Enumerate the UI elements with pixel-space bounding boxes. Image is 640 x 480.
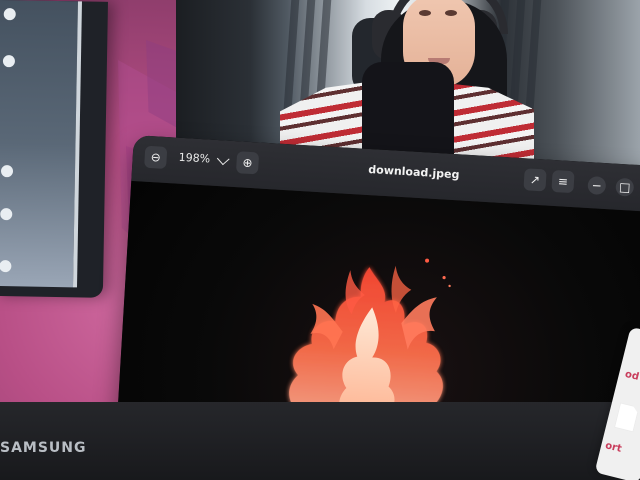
zoom-out-button[interactable]: ⊖ — [144, 145, 168, 169]
left-window — [0, 0, 108, 298]
fullscreen-button[interactable]: ↗ — [523, 168, 547, 192]
zoom-in-icon: ⊕ — [242, 155, 253, 171]
window-title: download.jpeg — [367, 162, 460, 182]
document-icon — [614, 402, 640, 432]
window-dot — [0, 260, 12, 273]
zoom-in-button[interactable]: ⊕ — [235, 151, 260, 175]
monitor-bezel — [0, 402, 640, 480]
left-window-panel — [0, 0, 82, 288]
menu-button[interactable]: ≡ — [551, 169, 575, 194]
menu-icon: ≡ — [557, 174, 569, 189]
window-dot — [2, 55, 16, 68]
spark — [425, 258, 430, 263]
maximize-button[interactable]: □ — [615, 177, 635, 197]
right-peek-bottom-text: ort — [603, 440, 623, 455]
minimize-icon: − — [591, 178, 603, 193]
desktop-photo-scene: ⊖ 198% ⊕ download.jpeg ↗ ≡ − □ SAMSUNG o… — [0, 0, 640, 480]
spark — [448, 284, 451, 288]
window-dot — [0, 208, 13, 221]
zoom-level[interactable]: 198% — [178, 151, 210, 166]
chevron-down-icon[interactable] — [216, 152, 230, 166]
minimize-button[interactable]: − — [587, 176, 607, 196]
monitor-brand: SAMSUNG — [0, 440, 87, 456]
fullscreen-icon: ↗ — [529, 172, 541, 188]
spark — [442, 276, 446, 280]
window-dot — [0, 165, 14, 178]
right-peek-top-text: od — [623, 368, 640, 383]
eye-right — [445, 10, 457, 16]
window-dot — [3, 8, 16, 21]
zoom-out-icon: ⊖ — [150, 150, 162, 165]
maximize-icon: □ — [618, 179, 631, 195]
eye-left — [419, 10, 431, 16]
